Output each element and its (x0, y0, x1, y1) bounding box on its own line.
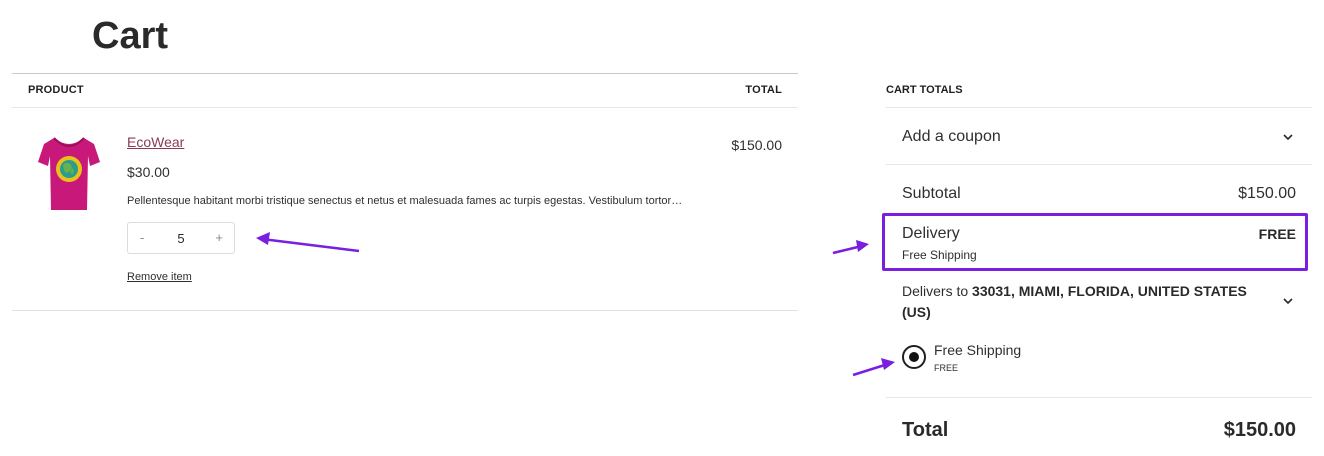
product-thumbnail[interactable] (36, 132, 102, 216)
annotation-arrow-icon (832, 240, 869, 255)
delivery-value: FREE (1258, 226, 1296, 242)
divider (886, 107, 1312, 108)
column-header-product: PRODUCT (28, 84, 84, 96)
remove-item-link[interactable]: Remove item (127, 271, 192, 283)
shipping-option-price: FREE (934, 363, 959, 373)
order-total-value: $150.00 (1223, 419, 1296, 441)
product-name-link[interactable]: EcoWear (127, 134, 184, 150)
cart-totals-panel: CART TOTALS Add a coupon Subtotal $150.0… (882, 73, 1312, 456)
subtotal-value: $150.00 (1238, 185, 1296, 202)
cart-totals-heading: CART TOTALS (886, 84, 963, 96)
delivery-method: Free Shipping (902, 248, 977, 262)
cart-items-table: PRODUCT TOTAL EcoWear $30.00 Pellentesqu… (12, 73, 798, 311)
quantity-increase-button[interactable]: + (215, 230, 223, 245)
page-title: Cart (92, 15, 169, 57)
quantity-stepper: - 5 + (127, 222, 235, 254)
delivers-to-address[interactable]: Delivers to 33031, MIAMI, FLORIDA, UNITE… (902, 281, 1262, 323)
product-description: Pellentesque habitant morbi tristique se… (127, 195, 683, 207)
chevron-down-icon[interactable] (1282, 131, 1294, 143)
divider (886, 164, 1312, 165)
add-coupon-toggle[interactable]: Add a coupon (902, 128, 1001, 146)
header-divider (12, 107, 798, 108)
subtotal-label: Subtotal (902, 185, 961, 202)
column-header-total: TOTAL (745, 84, 782, 96)
shipping-option-radio[interactable] (902, 345, 926, 369)
line-total: $150.00 (731, 137, 782, 153)
delivers-to-prefix: Delivers to (902, 283, 973, 299)
delivery-label: Delivery (902, 225, 960, 242)
order-total-label: Total (902, 419, 949, 441)
shipping-option-label[interactable]: Free Shipping (934, 342, 1021, 358)
chevron-down-icon[interactable] (1282, 295, 1294, 307)
divider (886, 397, 1312, 398)
product-unit-price: $30.00 (127, 164, 170, 180)
